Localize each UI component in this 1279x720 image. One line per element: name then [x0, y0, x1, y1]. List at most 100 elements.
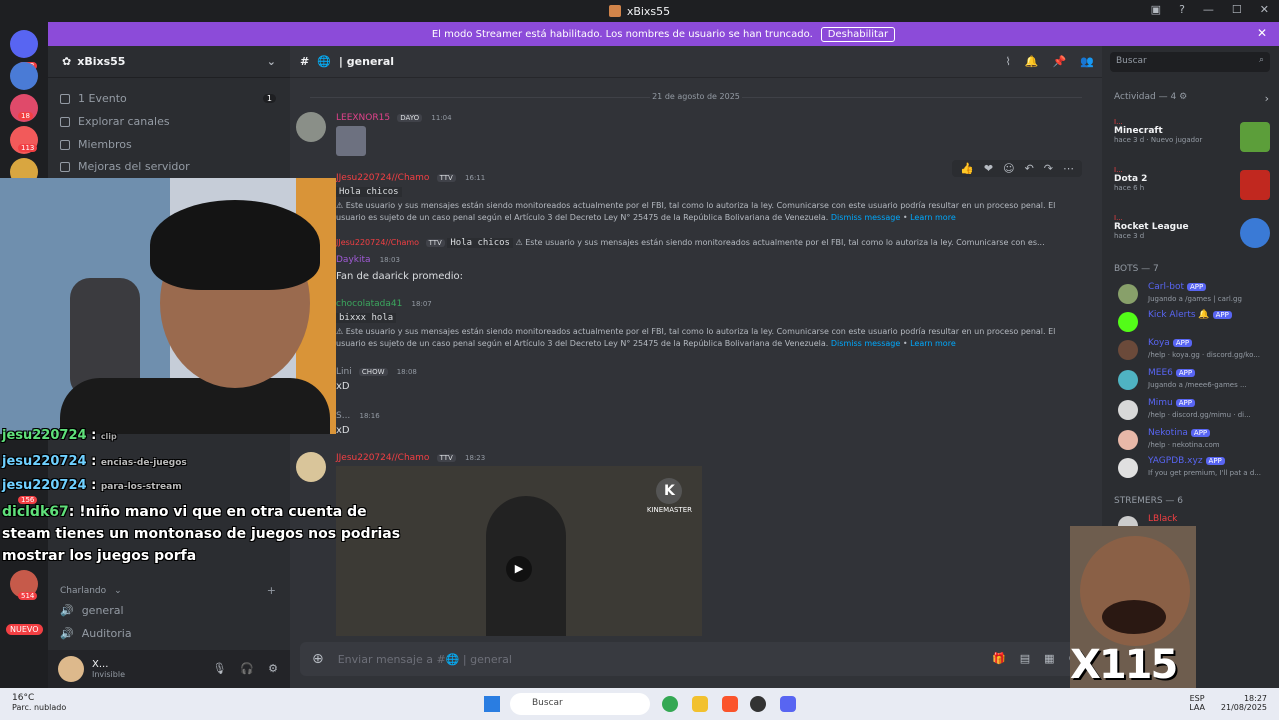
dismiss-link[interactable]: Dismiss message: [831, 339, 900, 348]
taskbar-search[interactable]: Buscar: [510, 693, 650, 715]
close-button[interactable]: ✕: [1260, 3, 1269, 16]
gif-icon[interactable]: ▤: [1020, 652, 1030, 665]
minimize-button[interactable]: —: [1203, 3, 1214, 16]
microphone-icon[interactable]: 🎙: [212, 662, 226, 675]
discord-icon[interactable]: [780, 696, 796, 712]
sticker-icon[interactable]: ▦: [1044, 652, 1054, 665]
brave-icon[interactable]: [722, 696, 738, 712]
app-badge: APP: [1190, 429, 1211, 437]
reply-warning: ⚠ Este usuario y sus mensajes están sien…: [515, 238, 1045, 247]
inbox-icon[interactable]: ▣: [1151, 3, 1161, 16]
heart-icon[interactable]: ❤: [984, 162, 993, 175]
composer-input[interactable]: Enviar mensaje a #🌐 | general: [338, 653, 512, 666]
chevron-down-icon: ⌄: [114, 586, 122, 596]
message-time: 18:07: [411, 300, 432, 308]
streamer-hair: [150, 200, 320, 290]
obs-icon[interactable]: [750, 696, 766, 712]
help-icon[interactable]: ?: [1179, 3, 1185, 16]
sidebar-item-events[interactable]: 1 Evento: [60, 92, 127, 105]
chevron-right-icon[interactable]: ›: [1265, 92, 1269, 105]
chat-line: steam tienes un montonaso de juegos nos …: [2, 526, 401, 542]
chat-user: jesu220724: [2, 478, 87, 493]
mention-badge: 18: [18, 112, 33, 120]
member-bot[interactable]: Nekotina APP /help · nekotina.com: [1118, 428, 1268, 454]
windows-start-icon[interactable]: [484, 696, 500, 712]
avatar: [1118, 400, 1138, 420]
gear-icon[interactable]: ⚙: [268, 662, 278, 675]
members-toggle-icon[interactable]: 👥: [1080, 55, 1094, 68]
voice-channel-general[interactable]: 🔊 general: [60, 604, 124, 617]
message-text: bixxx hola: [336, 313, 397, 323]
headphones-icon[interactable]: 🎧: [240, 662, 254, 675]
message-author[interactable]: chocolatada41: [336, 299, 402, 309]
discord-home-icon[interactable]: [10, 30, 38, 58]
chat-line: jesu220724 : encias-de-juegos: [2, 454, 187, 469]
reply-preview[interactable]: JJesu220724//Chamo TTV Hola chicos ⚠ Est…: [336, 238, 1045, 248]
sidebar-item-browse[interactable]: Explorar canales: [60, 115, 170, 128]
message-author[interactable]: Daykita: [336, 255, 371, 265]
message-author[interactable]: S...: [336, 411, 350, 421]
weather-widget[interactable]: 16°C Parc. nublado: [12, 693, 66, 712]
member-bot[interactable]: MEE6 APP Jugando a /meee6-games ...: [1118, 368, 1268, 394]
combo-counter: X115: [1070, 642, 1178, 688]
chrome-icon[interactable]: [662, 696, 678, 712]
message-author[interactable]: Lini: [336, 367, 352, 377]
pin-icon[interactable]: 📌: [1053, 55, 1067, 68]
chat-channel: clip: [100, 432, 117, 441]
message-author[interactable]: JJesu220724//Chamo: [336, 453, 429, 463]
play-icon[interactable]: ▶: [506, 556, 532, 582]
activity-card[interactable]: I... Minecraft hace 3 d · Nuevo jugador: [1114, 118, 1270, 152]
activity-card[interactable]: I... Dota 2 hace 6 h: [1114, 166, 1270, 200]
member-bot[interactable]: Carl-bot APP Jugando a /games | carl.gg: [1118, 282, 1268, 308]
more-icon[interactable]: ⋯: [1063, 162, 1074, 175]
file-explorer-icon[interactable]: [692, 696, 708, 712]
video-embed[interactable]: ▶ K KINEMASTER: [336, 466, 702, 636]
system-clock[interactable]: 18:27 21/08/2025: [1221, 694, 1267, 712]
clock-time: 18:27: [1243, 694, 1267, 703]
sticker-image[interactable]: [336, 126, 366, 156]
add-channel-icon[interactable]: +: [267, 584, 276, 597]
avatar[interactable]: [58, 656, 84, 682]
disable-streamer-button[interactable]: Deshabilitar: [820, 26, 896, 42]
message-time: 18:08: [396, 368, 417, 376]
message-author[interactable]: JJesu220724//Chamo: [336, 173, 429, 183]
message-text: xD: [336, 425, 350, 436]
member-bot[interactable]: Koya APP /help · koya.gg · discord.gg/ko.…: [1118, 338, 1268, 364]
bell-icon[interactable]: 🔔: [1025, 55, 1039, 68]
learn-more-link[interactable]: Learn more: [910, 339, 956, 348]
message: JJesu220724//Chamo TTV 16:11 Hola chicos: [336, 172, 485, 197]
learn-more-link[interactable]: Learn more: [910, 213, 956, 222]
banner-close-icon[interactable]: ✕: [1257, 26, 1267, 40]
system-warning: ⚠ Este usuario y sus mensajes están sien…: [336, 327, 1056, 348]
server-name: xBixs55: [77, 55, 126, 68]
reply-icon[interactable]: ↶: [1025, 162, 1034, 175]
avatar[interactable]: [296, 452, 326, 482]
forward-icon[interactable]: ↷: [1044, 162, 1053, 175]
thumbs-up-icon[interactable]: 👍: [960, 162, 974, 175]
member-bot[interactable]: Kick Alerts 🔔 APP: [1118, 310, 1268, 336]
gift-icon[interactable]: 🎁: [992, 652, 1006, 665]
emoji-icon[interactable]: ☺: [1003, 162, 1014, 175]
sidebar-item-label: Miembros: [78, 138, 132, 151]
voice-channel-auditoria[interactable]: 🔊 Auditoria: [60, 627, 132, 640]
attach-plus-icon[interactable]: ⊕: [312, 651, 324, 667]
avatar: [1118, 312, 1138, 332]
activity-card[interactable]: I... Rocket League hace 3 d: [1114, 214, 1270, 248]
chevron-down-icon[interactable]: ⌄: [267, 55, 276, 68]
dismiss-link[interactable]: Dismiss message: [831, 213, 900, 222]
member-bot[interactable]: Mimu APP /help · discord.gg/mimu · di...: [1118, 398, 1268, 424]
maximize-button[interactable]: ☐: [1232, 3, 1242, 16]
message-composer[interactable]: ⊕ Enviar mensaje a #🌐 | general 🎁 ▤ ▦ ☺: [300, 642, 1092, 676]
search-input[interactable]: Buscar ⌕: [1110, 52, 1270, 72]
sidebar-item-members[interactable]: Miembros: [60, 138, 132, 151]
server-icon[interactable]: [10, 62, 38, 90]
avatar[interactable]: [296, 112, 326, 142]
message-author[interactable]: LEEXNOR15: [336, 113, 390, 123]
threads-icon[interactable]: ⌇: [1006, 55, 1011, 68]
language-indicator[interactable]: ESP LAA: [1189, 694, 1205, 712]
server-header[interactable]: ✿ xBixs55 ⌄: [48, 46, 290, 78]
category-charlando[interactable]: Charlando ⌄: [60, 586, 122, 596]
member-bot[interactable]: YAGPDB.xyz APP If you get premium, I'll p…: [1118, 456, 1268, 482]
calendar-icon: [60, 93, 70, 104]
sidebar-item-boosts[interactable]: Mejoras del servidor: [60, 160, 190, 173]
